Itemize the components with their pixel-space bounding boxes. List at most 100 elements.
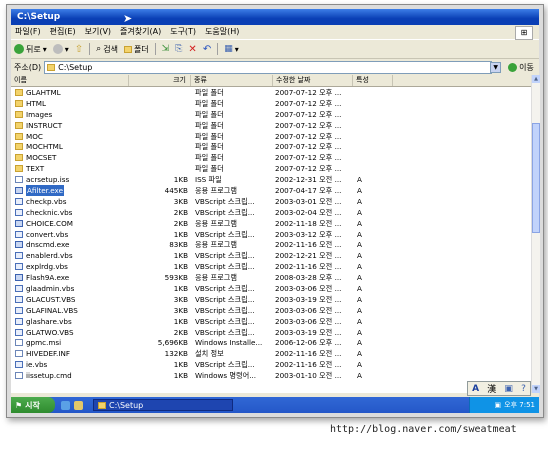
file-row[interactable]: convert.vbs 1KB VBScript 스크립... 2003-03-12 … xyxy=(11,229,531,240)
file-name-cell[interactable]: checknic.vbs xyxy=(11,207,129,218)
file-row[interactable]: gpmc.msi 5,696KB Windows Installe... 2006-1… xyxy=(11,337,531,348)
file-row[interactable]: enablerd.vbs 1KB VBScript 스크립... 2002-12-21… xyxy=(11,250,531,261)
file-row[interactable]: MOCHTML 파일 폴더 2007-07-12 오후 ... xyxy=(11,141,531,152)
ime-lang[interactable]: A xyxy=(472,384,479,394)
copy-to-button[interactable]: ⎘ xyxy=(175,44,182,54)
file-name-cell[interactable]: TEXT xyxy=(11,163,129,174)
file-row[interactable]: GLACUST.VBS 3KB VBScript 스크립... 2003-03-19 … xyxy=(11,294,531,305)
up-folder-button[interactable]: ⇧ xyxy=(75,44,83,55)
file-name-cell[interactable]: Images xyxy=(11,109,129,120)
menu-help[interactable]: 도움말(H) xyxy=(205,25,239,39)
search-button[interactable]: ⌕ 검색 xyxy=(96,44,118,55)
file-modified: 2003-03-12 오후 ... xyxy=(275,229,342,239)
file-row[interactable]: Afilter.exe 445KB 응용 프로그램 2007-04-17 오후 ...… xyxy=(11,185,531,196)
file-row[interactable]: MOC 파일 폴더 2007-07-12 오후 ... xyxy=(11,131,531,142)
ime-help-icon[interactable]: ? xyxy=(521,384,526,394)
file-row[interactable]: Images 파일 폴더 2007-07-12 오후 ... xyxy=(11,109,531,120)
network-tray-icon[interactable]: ▣ xyxy=(495,401,502,409)
file-row[interactable]: checknic.vbs 2KB VBScript 스크립... 2003-02-04… xyxy=(11,207,531,218)
file-name-cell[interactable]: HIVEDEF.INF xyxy=(11,348,129,359)
address-input[interactable]: C:\Setup xyxy=(44,60,493,74)
file-row[interactable]: glaadmin.vbs 1KB VBScript 스크립... 2003-03-06… xyxy=(11,283,531,294)
file-row[interactable]: GLATWO.VBS 2KB VBScript 스크립... 2003-03-19 오… xyxy=(11,327,531,338)
file-name-cell[interactable]: GLAFINAL.VBS xyxy=(11,305,129,316)
file-row[interactable]: Flash9A.exe 593KB 응용 프로그램 2008-03-28 오후 ...… xyxy=(11,272,531,283)
column-name[interactable]: 이름 xyxy=(11,75,129,86)
delete-icon: ✕ xyxy=(188,43,197,55)
file-name-cell[interactable]: GLATWO.VBS xyxy=(11,327,129,338)
ie-quicklaunch-icon[interactable] xyxy=(61,400,70,410)
file-name-cell[interactable]: HTML xyxy=(11,98,129,109)
title-bar[interactable]: C:\Setup ➤ xyxy=(11,9,539,25)
folders-button[interactable]: 폴더 xyxy=(123,44,149,55)
menu-view[interactable]: 보기(V) xyxy=(85,25,111,39)
ime-hanja[interactable]: 漢 xyxy=(487,382,496,395)
file-row[interactable]: glashare.vbs 1KB VBScript 스크립... 2003-03-06… xyxy=(11,316,531,327)
file-name-cell[interactable]: MOCSET xyxy=(11,152,129,163)
file-name-cell[interactable]: GLAHTML xyxy=(11,87,129,98)
file-name-cell[interactable]: MOCHTML xyxy=(11,141,129,152)
file-name-cell[interactable]: explrdg.vbs xyxy=(11,261,129,272)
address-dropdown-button[interactable]: ▼ xyxy=(490,61,502,73)
file-name-cell[interactable]: iissetup.cmd xyxy=(11,370,129,381)
vertical-scrollbar[interactable]: ▲ ▼ xyxy=(531,75,540,393)
start-button[interactable]: ⚑ 시작 xyxy=(11,397,55,413)
file-name-cell[interactable]: glashare.vbs xyxy=(11,316,129,327)
file-row[interactable]: HIVEDEF.INF 132KB 설치 정보 2002-11-16 오전 ... A xyxy=(11,348,531,359)
file-name-cell[interactable]: checkp.vbs xyxy=(11,196,129,207)
column-size[interactable]: 크기 xyxy=(129,75,191,86)
file-row[interactable]: TEXT 파일 폴더 2007-07-12 오후 ... xyxy=(11,163,531,174)
script-file-icon xyxy=(15,284,23,292)
ime-options-icon[interactable]: ▣ xyxy=(504,384,513,394)
delete-button[interactable]: ✕ xyxy=(188,44,196,55)
file-name-cell[interactable]: enablerd.vbs xyxy=(11,250,129,261)
file-row[interactable]: iissetup.cmd 1KB Windows 명령어... 2003-01-10 … xyxy=(11,370,531,381)
scroll-thumb[interactable] xyxy=(532,123,540,233)
scroll-up-button[interactable]: ▲ xyxy=(532,75,540,83)
go-button[interactable]: 이동 xyxy=(508,62,534,73)
file-row[interactable]: HTML 파일 폴더 2007-07-12 오후 ... xyxy=(11,98,531,109)
file-row[interactable]: INSTRUCT 파일 폴더 2007-07-12 오후 ... xyxy=(11,120,531,131)
views-button[interactable]: ▦ ▾ xyxy=(224,44,239,54)
menu-tools[interactable]: 도구(T) xyxy=(170,25,196,39)
file-name-cell[interactable]: CHOICE.COM xyxy=(11,218,129,229)
file-row[interactable]: checkp.vbs 3KB VBScript 스크립... 2003-03-01 오… xyxy=(11,196,531,207)
file-name-cell[interactable]: INSTRUCT xyxy=(11,120,129,131)
forward-button[interactable]: ▾ xyxy=(52,44,69,54)
file-size: 1KB xyxy=(173,251,188,261)
file-name-cell[interactable]: glaadmin.vbs xyxy=(11,283,129,294)
script-file-icon xyxy=(15,295,23,303)
column-attributes[interactable]: 특성 xyxy=(353,75,393,86)
file-row[interactable]: GLAFINAL.VBS 3KB VBScript 스크립... 2003-03-06… xyxy=(11,305,531,316)
file-row[interactable]: GLAHTML 파일 폴더 2007-07-12 오후 ... xyxy=(11,87,531,98)
back-button[interactable]: 뒤로 ▾ xyxy=(14,44,47,55)
file-name-cell[interactable]: ie.vbs xyxy=(11,359,129,370)
file-name-cell[interactable]: gpmc.msi xyxy=(11,337,129,348)
move-to-button[interactable]: ⇲ xyxy=(162,44,170,54)
column-modified[interactable]: 수정한 날짜 xyxy=(273,75,353,86)
file-name-cell[interactable]: MOC xyxy=(11,131,129,142)
scroll-down-button[interactable]: ▼ xyxy=(532,385,540,393)
file-size xyxy=(129,98,191,109)
taskbar-window-button[interactable]: C:\Setup xyxy=(93,399,233,411)
file-name-cell[interactable]: GLACUST.VBS xyxy=(11,294,129,305)
file-row[interactable]: explrdg.vbs 1KB VBScript 스크립... 2002-11-16 … xyxy=(11,261,531,272)
file-modified: 2006-12-06 오후 ... xyxy=(275,338,342,348)
file-row[interactable]: CHOICE.COM 2KB 응용 프로그램 2002-11-18 오전 ... A xyxy=(11,218,531,229)
menu-file[interactable]: 파일(F) xyxy=(15,25,41,39)
explorer-quicklaunch-icon[interactable] xyxy=(74,400,83,410)
menu-favorites[interactable]: 즐겨찾기(A) xyxy=(120,25,161,39)
undo-button[interactable]: ↶ xyxy=(203,44,211,55)
file-name-cell[interactable]: Afilter.exe xyxy=(11,185,129,196)
column-type[interactable]: 종류 xyxy=(191,75,273,86)
file-row[interactable]: MOCSET 파일 폴더 2007-07-12 오후 ... xyxy=(11,152,531,163)
file-name-cell[interactable]: Flash9A.exe xyxy=(11,272,129,283)
file-name-cell[interactable]: acrsetup.iss xyxy=(11,174,129,185)
file-row[interactable]: ie.vbs 1KB VBScript 스크립... 2002-11-16 오전 ..… xyxy=(11,359,531,370)
file-name-cell[interactable]: convert.vbs xyxy=(11,229,129,240)
file-row[interactable]: acrsetup.iss 1KB ISS 파일 2002-12-31 오전 ... A xyxy=(11,174,531,185)
menu-edit[interactable]: 편집(E) xyxy=(50,25,76,39)
file-name-cell[interactable]: dnscmd.exe xyxy=(11,239,129,250)
ime-language-bar[interactable]: A 漢 ▣ ? xyxy=(467,381,531,396)
file-row[interactable]: dnscmd.exe 83KB 응용 프로그램 2002-11-16 오전 ... A xyxy=(11,239,531,250)
